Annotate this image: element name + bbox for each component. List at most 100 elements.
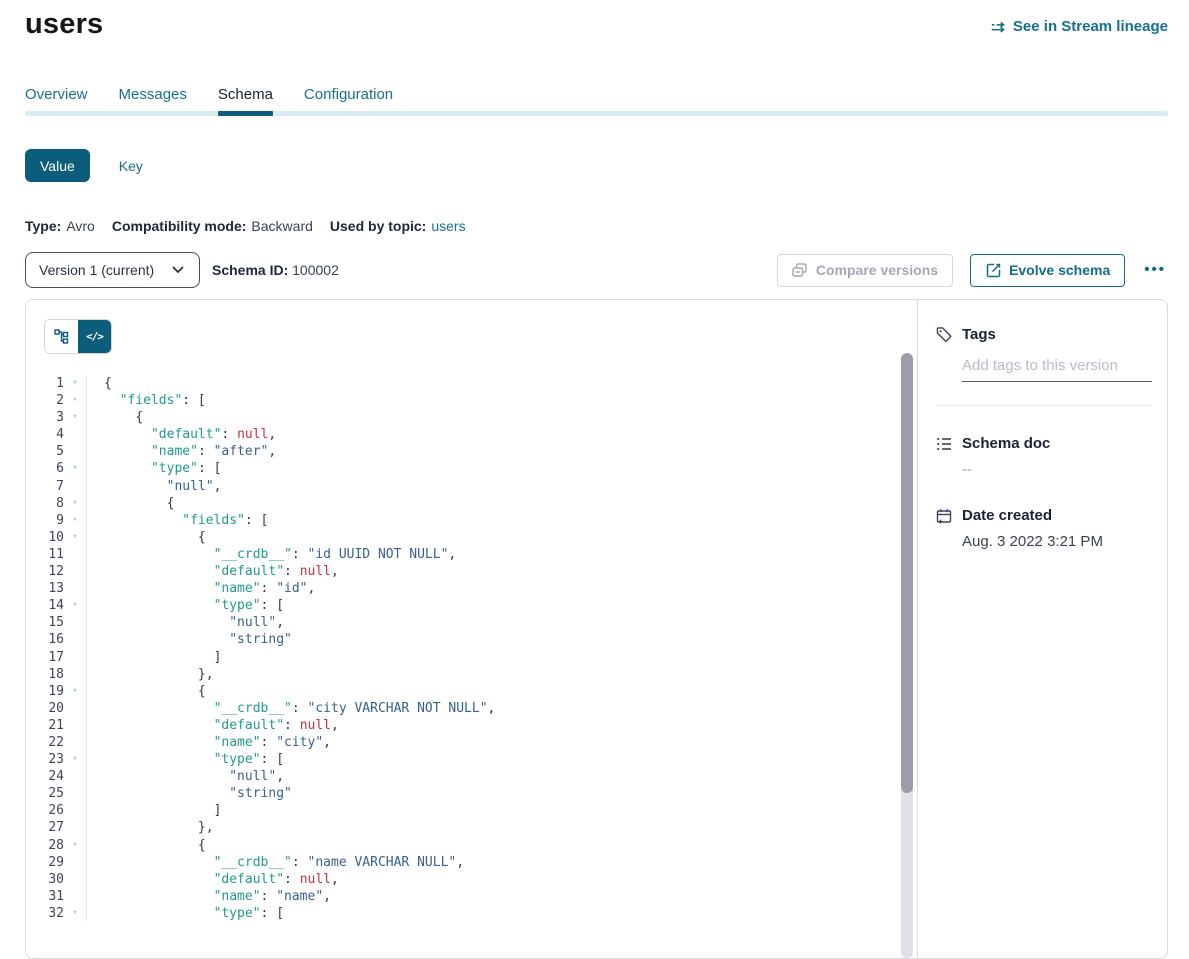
code-line: 25 "string" [26,785,917,802]
evolve-schema-button[interactable]: Evolve schema [970,254,1125,287]
code-line: 2▾ "fields": [ [26,392,917,409]
chevron-down-icon [170,262,186,278]
fold-arrow-icon[interactable]: ▾ [64,905,86,922]
compare-versions-icon [792,262,808,278]
type-label: Type: [25,218,61,234]
fold-gutter-spacer [64,580,86,597]
code-line: 8▾ { [26,495,917,512]
topic-link[interactable]: users [431,218,465,234]
code-text: "default": null, [86,717,917,734]
tab-overview[interactable]: Overview [25,86,88,103]
fold-arrow-icon[interactable]: ▾ [64,512,86,529]
line-number: 8 [26,495,64,512]
fold-arrow-icon[interactable]: ▾ [64,529,86,546]
code-text: { [86,683,917,700]
tab-schema-label: Schema [218,86,273,103]
fold-arrow-icon[interactable]: ▾ [64,837,86,854]
fold-gutter-spacer [64,649,86,666]
fold-gutter-spacer [64,614,86,631]
code-text: "default": null, [86,871,917,888]
schema-id-value: 100002 [292,262,339,278]
more-options-button[interactable]: ••• [1142,261,1168,279]
code-editor[interactable]: 1▾{2▾ "fields": [3▾ {4 "default": null,5… [26,375,917,922]
schema-id-label: Schema ID: [212,262,288,278]
scrollbar-track[interactable] [901,353,913,958]
schema-doc-section: Schema doc -- [936,435,1152,478]
line-number: 4 [26,426,64,443]
stream-lineage-label: See in Stream lineage [1013,18,1168,35]
fold-arrow-icon[interactable]: ▾ [64,751,86,768]
code-text: "string" [86,631,917,648]
code-text: "__crdb__": "name VARCHAR NULL", [86,854,917,871]
code-line: 31 "name": "name", [26,888,917,905]
line-number: 13 [26,580,64,597]
fold-arrow-icon[interactable]: ▾ [64,409,86,426]
line-number: 17 [26,649,64,666]
schema-doc-value: -- [962,461,1152,478]
value-toggle-button[interactable]: Value [25,149,90,182]
code-line: 12 "default": null, [26,563,917,580]
code-text: { [86,495,917,512]
tab-configuration[interactable]: Configuration [304,86,393,103]
compatibility-value: Backward [251,218,312,234]
code-view-button[interactable]: </> [78,320,111,353]
compare-versions-button[interactable]: Compare versions [777,254,953,287]
code-view-toggle: </> [44,319,112,354]
add-tags-input[interactable] [962,355,1152,382]
tree-view-icon [54,329,70,345]
code-text: "type": [ [86,460,917,477]
line-number: 20 [26,700,64,717]
date-created-heading: Date created [962,507,1052,524]
code-line: 7 "null", [26,478,917,495]
code-line: 1▾{ [26,375,917,392]
code-line: 22 "name": "city", [26,734,917,751]
line-number: 31 [26,888,64,905]
code-text: { [86,529,917,546]
fold-arrow-icon[interactable]: ▾ [64,375,86,392]
code-line: 3▾ { [26,409,917,426]
fold-arrow-icon[interactable]: ▾ [64,460,86,477]
code-text: "fields": [ [86,392,917,409]
code-line: 6▾ "type": [ [26,460,917,477]
schema-type: Type: Avro [25,218,95,234]
scrollbar-thumb[interactable] [901,353,913,793]
schema-page: users See in Stream lineage Overview Mes… [0,6,1189,959]
code-line: 21 "default": null, [26,717,917,734]
code-line: 32▾ "type": [ [26,905,917,922]
line-number: 23 [26,751,64,768]
schema-doc-heading: Schema doc [962,435,1050,452]
code-line: 15 "null", [26,614,917,631]
line-number: 14 [26,597,64,614]
line-number: 16 [26,631,64,648]
code-line: 20 "__crdb__": "city VARCHAR NOT NULL", [26,700,917,717]
used-by-topic: Used by topic: users [330,218,466,234]
fold-arrow-icon[interactable]: ▾ [64,597,86,614]
fold-arrow-icon[interactable]: ▾ [64,392,86,409]
line-number: 26 [26,802,64,819]
date-created-section: Date created Aug. 3 2022 3:21 PM [936,507,1152,550]
code-text: "__crdb__": "city VARCHAR NOT NULL", [86,700,917,717]
fold-gutter-spacer [64,443,86,460]
schema-detail-card: </> 1▾{2▾ "fields": [3▾ {4 "default": nu… [25,299,1168,959]
fold-gutter-spacer [64,478,86,495]
tree-view-button[interactable] [45,320,78,353]
tab-bar: Overview Messages Schema Configuration [25,86,1168,116]
code-text: "name": "id", [86,580,917,597]
page-header: users See in Stream lineage [25,6,1168,42]
code-line: 10▾ { [26,529,917,546]
key-toggle-button[interactable]: Key [113,157,149,175]
date-created-value: Aug. 3 2022 3:21 PM [962,533,1152,550]
version-select[interactable]: Version 1 (current) [25,252,200,288]
stream-lineage-link[interactable]: See in Stream lineage [990,18,1168,35]
code-text: "type": [ [86,751,917,768]
code-text: "null", [86,614,917,631]
fold-gutter-spacer [64,871,86,888]
fold-arrow-icon[interactable]: ▾ [64,495,86,512]
tags-heading: Tags [962,326,996,343]
evolve-schema-label: Evolve schema [1009,262,1110,278]
code-text: "name": "name", [86,888,917,905]
code-line: 28▾ { [26,837,917,854]
fold-arrow-icon[interactable]: ▾ [64,683,86,700]
tab-schema[interactable]: Schema [218,86,273,103]
tab-messages[interactable]: Messages [119,86,187,103]
